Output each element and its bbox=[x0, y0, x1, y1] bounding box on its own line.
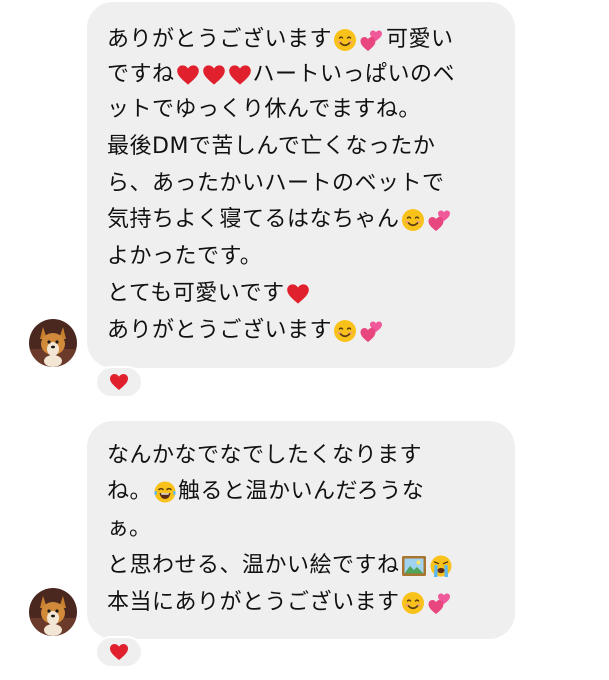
two-hearts-icon bbox=[359, 28, 385, 52]
reaction-badge[interactable] bbox=[95, 636, 143, 668]
message-text: ットでゆっくり休んでますね。 bbox=[107, 97, 421, 122]
message-bubble[interactable]: なんかなでなでしたくなります ね。 触ると温かいんだろうな ぁ。 と思わせる、温か… bbox=[87, 421, 515, 639]
two-hearts-icon bbox=[359, 319, 385, 343]
red-heart-icon bbox=[109, 643, 129, 661]
message-text: ありがとうございます bbox=[107, 318, 333, 343]
message-text: ありがとうございます bbox=[107, 27, 333, 52]
message-line: ありがとうございます bbox=[107, 313, 386, 349]
message-line: 最後DMで苦しんで亡くなったか bbox=[107, 129, 435, 165]
message-line: ありがとうございます 可愛い bbox=[107, 22, 454, 58]
message-line: 本当にありがとうございます bbox=[107, 585, 454, 621]
message-text: よかったです。 bbox=[107, 244, 263, 269]
reaction-badge[interactable] bbox=[95, 366, 143, 398]
smile-icon bbox=[333, 319, 357, 343]
message-line: とても可愛いです bbox=[107, 276, 311, 312]
tears-of-joy-icon bbox=[153, 480, 177, 504]
message-text: ハートいっぱいのベ bbox=[252, 62, 456, 87]
message-line: ットでゆっくり休んでますね。 bbox=[107, 92, 421, 128]
message-text: 気持ちよく寝てるはなちゃん bbox=[107, 207, 400, 232]
crying-face-icon bbox=[429, 554, 453, 578]
red-heart-icon bbox=[286, 283, 310, 305]
message-text: 本当にありがとうございます bbox=[107, 590, 400, 615]
message-line: ね。 触ると温かいんだろうな bbox=[107, 474, 424, 510]
message-text: とても可愛いです bbox=[107, 281, 285, 306]
message-line: ぁ。 bbox=[107, 511, 152, 547]
message-text: 可愛い bbox=[386, 27, 454, 52]
smile-icon bbox=[401, 591, 425, 615]
message-text: ね。 bbox=[107, 479, 153, 504]
message-text: ですね bbox=[107, 62, 175, 87]
message-line: と思わせる、温かい絵ですね bbox=[107, 548, 454, 584]
red-heart-icon bbox=[228, 64, 252, 86]
message-line: ですね ハートいっぱいのベ bbox=[107, 57, 455, 93]
message-bubble[interactable]: ありがとうございます 可愛い ですね ハートいっぱいのベ ットでゆっくり休んでますね… bbox=[87, 2, 515, 368]
message-text: なんかなでなでしたくなります bbox=[107, 443, 423, 468]
avatar[interactable] bbox=[29, 588, 77, 636]
red-heart-icon bbox=[109, 373, 129, 391]
corgi-avatar-icon bbox=[29, 319, 77, 367]
message-line: なんかなでなでしたくなります bbox=[107, 438, 422, 474]
smile-icon bbox=[333, 28, 357, 52]
smile-icon bbox=[401, 208, 425, 232]
two-hearts-icon bbox=[427, 208, 453, 232]
red-heart-icon bbox=[202, 64, 226, 86]
framed-picture-icon bbox=[401, 555, 427, 577]
avatar[interactable] bbox=[29, 319, 77, 367]
red-heart-icon bbox=[176, 64, 200, 86]
message-text: ぁ。 bbox=[107, 516, 152, 541]
message-text: ら、あったかいハートのベットで bbox=[107, 171, 445, 196]
message-text: と思わせる、温かい絵ですね bbox=[107, 553, 400, 578]
message-line: よかったです。 bbox=[107, 239, 262, 275]
message-line: ら、あったかいハートのベットで bbox=[107, 166, 445, 202]
message-line: 気持ちよく寝てるはなちゃん bbox=[107, 202, 454, 238]
corgi-avatar-icon bbox=[29, 588, 77, 636]
message-text: 最後DMで苦しんで亡くなったか bbox=[107, 134, 436, 159]
two-hearts-icon bbox=[427, 591, 453, 615]
message-text: 触ると温かいんだろうな bbox=[178, 479, 425, 504]
